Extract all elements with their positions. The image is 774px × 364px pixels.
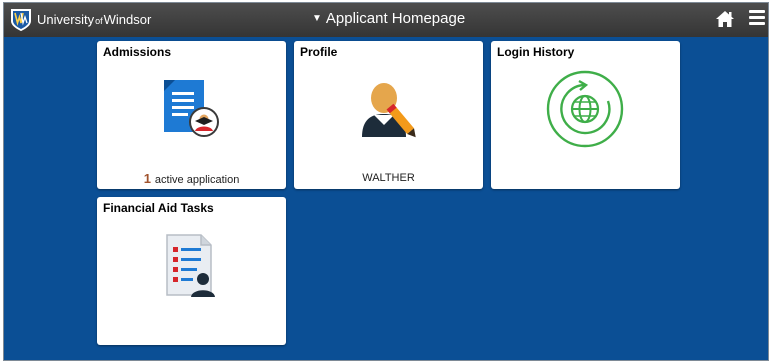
tile-profile-title: Profile [300, 45, 338, 59]
caret-down-icon: ▼ [312, 13, 322, 24]
tile-login-history[interactable]: Login History [491, 41, 680, 189]
university-name: University of Windsor [37, 12, 151, 27]
page-title-dropdown[interactable]: ▼ Applicant Homepage [312, 10, 465, 27]
globe-history-icon [546, 70, 624, 148]
tile-financial-aid-title: Financial Aid Tasks [103, 201, 214, 215]
task-checklist-icon [166, 234, 215, 297]
profile-name: WALTHER [362, 172, 415, 184]
home-icon[interactable] [715, 9, 735, 29]
page-title: Applicant Homepage [325, 10, 466, 27]
top-navigation-bar: University of Windsor ▼ Applicant Homepage [4, 3, 768, 37]
tile-admissions-title: Admissions [103, 45, 172, 59]
active-application-label: active application [154, 174, 240, 186]
tile-profile[interactable]: Profile WALTHER [294, 41, 483, 189]
brand-text-university: University [37, 12, 95, 27]
user-edit-icon [362, 83, 416, 138]
tile-financial-aid-tasks[interactable]: Financial Aid Tasks [97, 197, 286, 345]
admissions-status: 1 active application [97, 171, 286, 186]
brand-text-of: of [95, 16, 103, 26]
hamburger-menu-icon[interactable] [749, 10, 765, 28]
document-graduate-icon [164, 80, 219, 137]
app-window: University of Windsor ▼ Applicant Homepage… [3, 2, 769, 361]
tile-login-history-title: Login History [497, 45, 575, 59]
active-application-count: 1 [143, 171, 151, 186]
brand-text-windsor: Windsor [103, 12, 152, 27]
tile-admissions[interactable]: Admissions 1 active application [97, 41, 286, 189]
university-shield-logo-icon[interactable] [10, 8, 32, 32]
